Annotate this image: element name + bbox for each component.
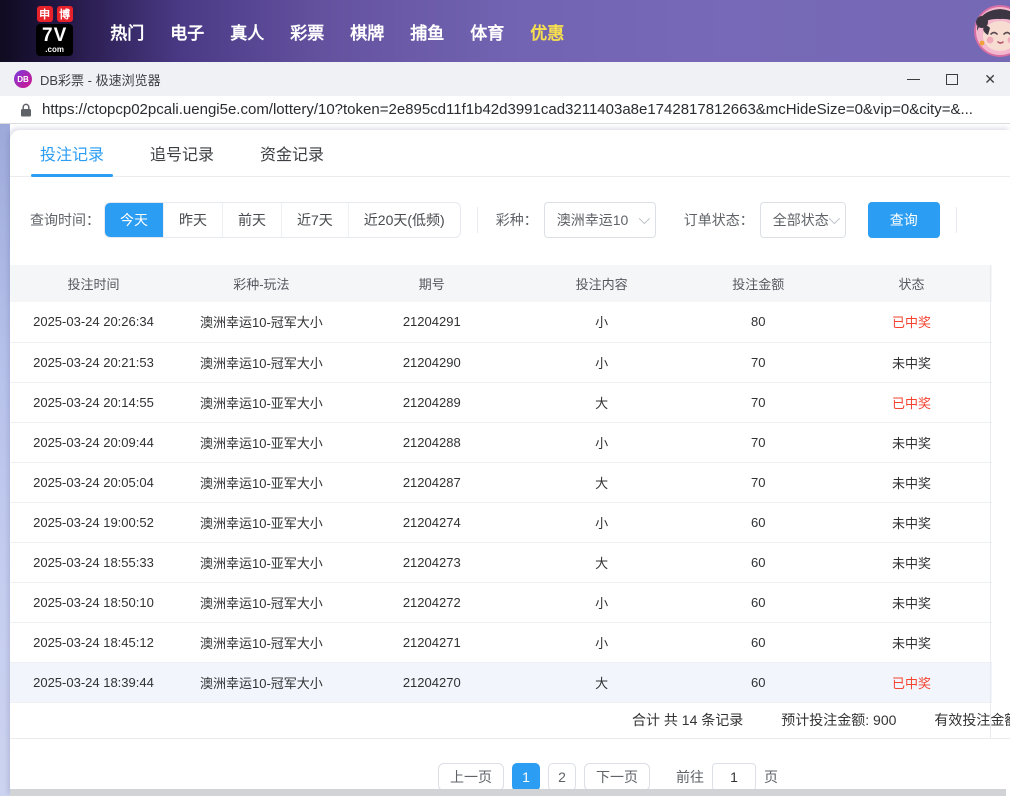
filter-bar: 查询时间： 今天 昨天 前天 近7天 近20天(低频) 彩种： 澳洲幸运10 订… <box>30 202 1010 238</box>
query-button[interactable]: 查询 <box>867 202 940 238</box>
minimize-button[interactable] <box>907 71 921 87</box>
logo-brand-box: 7V .com <box>36 24 74 56</box>
goto-page-unit: 页 <box>764 768 778 785</box>
site-logo[interactable]: 申 博 7V .com <box>36 6 74 56</box>
col-header-game-play: 彩种-玩法 <box>176 265 346 302</box>
logo-badges: 申 博 <box>36 6 73 22</box>
status-badge: 未中奖 <box>891 555 931 571</box>
browser-urlbar[interactable]: https://ctopcp02pcali.uengi5e.com/lotter… <box>0 96 1010 124</box>
prev-page-button[interactable]: 上一页 <box>438 762 504 791</box>
lock-icon <box>21 103 31 116</box>
maximize-button[interactable] <box>946 71 959 87</box>
logo-brand-domain: .com <box>45 45 64 54</box>
nav-item-live[interactable]: 真人 <box>217 19 277 44</box>
lottery-select[interactable]: 澳洲幸运10 <box>543 202 656 238</box>
maximize-icon <box>946 73 959 85</box>
status-badge: 已中奖 <box>891 675 931 691</box>
status-badge: 已中奖 <box>891 315 931 331</box>
window-title: DB彩票 - 极速浏览器 <box>40 72 161 88</box>
col-header-bet-time: 投注时间 <box>10 265 177 302</box>
db-browser-icon: DB <box>14 70 32 88</box>
table-row: 2025-03-24 18:55:33 澳洲幸运10-亚军大小 21204273 大… <box>10 542 992 583</box>
status-badge: 未中奖 <box>891 475 931 491</box>
minimize-icon <box>907 78 921 80</box>
logo-badge-bo: 博 <box>56 6 73 22</box>
col-header-bet-content: 投注内容 <box>517 265 686 302</box>
table-right-divider <box>990 265 991 738</box>
goto-page-input[interactable] <box>712 762 756 791</box>
table-row: 2025-03-24 20:14:55 澳洲幸运10-亚军大小 21204289 大… <box>10 382 992 423</box>
status-badge: 未中奖 <box>891 355 931 371</box>
filter-divider <box>955 207 957 233</box>
window-controls: ✕ <box>907 71 996 87</box>
pagination: 上一页 1 2 下一页 前往 页 <box>438 762 1010 791</box>
nav-item-boardgames[interactable]: 棋牌 <box>337 19 397 44</box>
table-row: 2025-03-24 20:21:53 澳洲幸运10-冠军大小 21204290 小… <box>10 342 992 383</box>
nav-item-slots[interactable]: 电子 <box>157 19 217 44</box>
record-tabs: 投注记录 追号记录 资金记录 <box>10 130 1010 177</box>
lottery-select-value: 澳洲幸运10 <box>556 212 629 228</box>
tab-bet-records[interactable]: 投注记录 <box>30 130 114 177</box>
chevron-down-icon <box>828 212 840 225</box>
next-page-button[interactable]: 下一页 <box>584 762 650 791</box>
filter-divider <box>476 207 478 233</box>
page-content: 投注记录 追号记录 资金记录 查询时间： 今天 昨天 前天 近7天 近20天(低… <box>0 124 1010 796</box>
col-header-issue: 期号 <box>345 265 518 302</box>
records-panel: 投注记录 追号记录 资金记录 查询时间： 今天 昨天 前天 近7天 近20天(低… <box>10 130 1010 796</box>
status-filter-label: 订单状态： <box>683 212 754 228</box>
close-button[interactable]: ✕ <box>984 71 996 87</box>
status-badge: 未中奖 <box>891 595 931 611</box>
chevron-down-icon <box>638 212 650 225</box>
horizontal-scrollbar[interactable] <box>10 789 1006 796</box>
table-row: 2025-03-24 18:39:44 澳洲幸运10-冠军大小 21204270 大… <box>10 662 992 703</box>
status-badge: 已中奖 <box>891 395 931 411</box>
time-range-group: 今天 昨天 前天 近7天 近20天(低频) <box>104 202 461 238</box>
time-option-today[interactable]: 今天 <box>105 203 163 237</box>
nav-item-hot[interactable]: 热门 <box>97 19 157 44</box>
table-row: 2025-03-24 19:00:52 澳洲幸运10-亚军大小 21204274 小… <box>10 502 992 543</box>
status-badge: 未中奖 <box>891 435 931 451</box>
order-status-select[interactable]: 全部状态 <box>759 202 846 238</box>
time-option-daybefore[interactable]: 前天 <box>222 203 281 237</box>
avatar[interactable] <box>974 5 1010 57</box>
logo-brand-text: 7V <box>42 25 68 46</box>
col-header-status: 状态 <box>830 265 992 302</box>
site-nav-menu: 热门 电子 真人 彩票 棋牌 捕鱼 体育 优惠 <box>97 19 577 44</box>
table-row: 2025-03-24 20:26:34 澳洲幸运10-冠军大小 21204291 小… <box>10 302 992 343</box>
browser-titlebar: DB DB彩票 - 极速浏览器 ✕ <box>0 62 1010 96</box>
summary-total-records: 合计 共 14 条记录 <box>632 712 744 728</box>
summary-valid-amount: 有效投注金额: <box>934 712 1010 728</box>
logo-badge-shen: 申 <box>36 6 53 22</box>
summary-row: 合计 共 14 条记录 预计投注金额: 900 有效投注金额: <box>10 703 1010 739</box>
nav-item-lottery[interactable]: 彩票 <box>277 19 337 44</box>
goto-page-label: 前往 <box>676 768 704 785</box>
page-button-1[interactable]: 1 <box>512 762 540 791</box>
time-option-yesterday[interactable]: 昨天 <box>163 203 222 237</box>
status-select-value: 全部状态 <box>772 212 829 228</box>
nav-item-promotions[interactable]: 优惠 <box>517 19 577 44</box>
lottery-filter-label: 彩种： <box>495 212 538 228</box>
status-badge: 未中奖 <box>891 635 931 651</box>
time-option-last20days[interactable]: 近20天(低频) <box>347 203 460 237</box>
tab-fund-records[interactable]: 资金记录 <box>260 130 324 176</box>
table-row: 2025-03-24 20:05:04 澳洲幸运10-亚军大小 21204287 大… <box>10 462 992 503</box>
col-header-bet-amount: 投注金额 <box>685 265 831 302</box>
summary-expected-amount: 预计投注金额: 900 <box>781 712 897 728</box>
time-filter-label: 查询时间： <box>30 212 100 228</box>
page-button-2[interactable]: 2 <box>548 762 576 791</box>
table-header-row: 投注时间 彩种-玩法 期号 投注内容 投注金额 状态 <box>10 265 992 302</box>
url-text: https://ctopcp02pcali.uengi5e.com/lotter… <box>42 101 973 118</box>
time-option-last7days[interactable]: 近7天 <box>281 203 348 237</box>
nav-item-sports[interactable]: 体育 <box>457 19 517 44</box>
table-row: 2025-03-24 18:50:10 澳洲幸运10-冠军大小 21204272 小… <box>10 582 992 623</box>
nav-item-fishing[interactable]: 捕鱼 <box>397 19 457 44</box>
table-row: 2025-03-24 18:45:12 澳洲幸运10-冠军大小 21204271 小… <box>10 622 992 663</box>
site-nav-bar: 申 博 7V .com 热门 电子 真人 彩票 棋牌 捕鱼 体育 优惠 <box>0 0 1010 62</box>
bet-records-table: 投注时间 彩种-玩法 期号 投注内容 投注金额 状态 2025-03-24 20… <box>10 265 992 703</box>
status-badge: 未中奖 <box>891 515 931 531</box>
table-row: 2025-03-24 20:09:44 澳洲幸运10-亚军大小 21204288 小… <box>10 422 992 463</box>
tab-chase-records[interactable]: 追号记录 <box>150 130 214 176</box>
page-background-strip <box>0 124 10 796</box>
